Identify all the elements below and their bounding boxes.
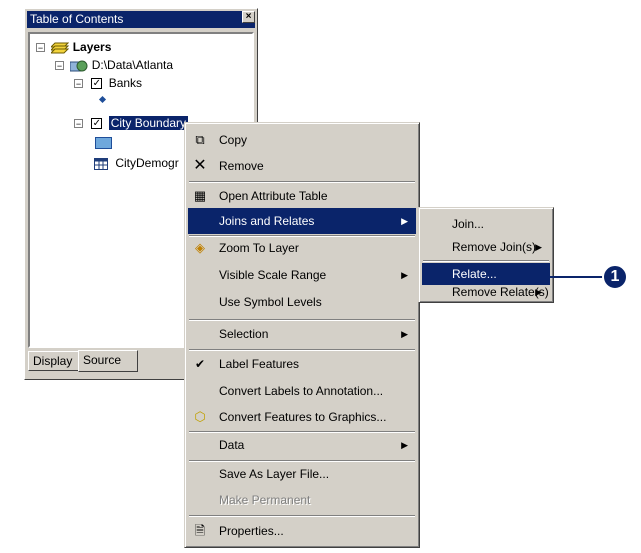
properties-icon: 🗎 [194,523,206,538]
banks-label: Banks [108,76,143,90]
tree-item-banks[interactable]: − ✓ Banks [74,74,142,92]
menu-separator [423,260,549,262]
tab-source[interactable]: Source [78,350,138,372]
menu-item-convert-labels[interactable]: Convert Labels to Annotation... [188,378,416,404]
submenu-arrow-icon: ▶ [401,440,408,450]
menu-item-properties[interactable]: 🗎 Properties... [188,518,416,544]
database-folder-icon [69,60,88,72]
menu-item-copy[interactable]: ⧉ Copy [188,127,416,153]
close-icon[interactable]: × [242,11,255,23]
submenu-item-remove-joins[interactable]: Remove Join(s) ▶ [422,234,550,260]
copy-icon: ⧉ [195,132,205,147]
menu-item-convert-features[interactable]: ⬡ Convert Features to Graphics... [188,404,416,430]
layers-icon [50,42,70,54]
table-icon: ▦ [193,188,207,203]
menu-item-zoom-to-layer[interactable]: ◈ Zoom To Layer [188,235,416,261]
menu-item-selection[interactable]: Selection ▶ [188,321,416,347]
menu-item-visible-scale-range[interactable]: Visible Scale Range ▶ [188,262,416,288]
visibility-checkbox[interactable]: ✓ [91,78,103,90]
menu-item-label-features[interactable]: ✔ Label Features [188,351,416,377]
source-path-label: D:\Data\Atlanta [91,58,174,72]
menu-item-use-symbol-levels[interactable]: Use Symbol Levels [188,289,416,315]
collapse-icon[interactable]: − [74,119,83,129]
toc-title-bar[interactable]: Table of Contents [27,11,255,28]
city-boundary-label: City Boundary [108,116,189,130]
menu-item-remove[interactable]: ✕ Remove [188,153,416,179]
toc-title: Table of Contents [30,12,124,26]
layers-label: Layers [72,40,112,54]
checkmark-icon: ✔ [194,357,206,371]
menu-item-data[interactable]: Data ▶ [188,432,416,458]
callout-badge: 1 [602,264,628,290]
menu-separator [189,515,415,517]
point-symbol-icon [98,95,107,104]
submenu-arrow-icon: ▶ [535,242,542,252]
tree-item-city-boundary[interactable]: − ✓ City Boundary [74,114,189,132]
submenu-arrow-icon: ▶ [535,287,542,297]
callout-leader-line [520,276,608,278]
submenu-arrow-icon: ▶ [401,329,408,339]
joins-relates-submenu: Join... Remove Join(s) ▶ Relate... Remov… [418,207,554,303]
menu-item-open-attribute-table[interactable]: ▦ Open Attribute Table [188,183,416,209]
menu-item-joins-and-relates[interactable]: Joins and Relates ▶ [188,208,416,234]
collapse-icon[interactable]: − [74,79,83,89]
table-icon [94,157,108,170]
zoom-to-layer-icon: ◈ [195,240,205,255]
tree-item-city-demogr[interactable]: CityDemogr [94,154,179,172]
polygon-symbol-icon [95,137,112,149]
submenu-item-remove-relates[interactable]: Remove Relate(s) ▶ [422,281,550,303]
submenu-arrow-icon: ▶ [401,216,408,226]
collapse-icon[interactable]: − [36,43,45,53]
visibility-checkbox[interactable]: ✓ [91,118,103,130]
tree-item-source[interactable]: − D:\Data\Atlanta [55,56,173,74]
remove-icon: ✕ [193,157,207,174]
menu-item-make-permanent: Make Permanent [219,493,311,507]
menu-item-save-as-layer-file[interactable]: Save As Layer File... [188,461,416,487]
convert-graphics-icon: ⬡ [194,409,206,424]
city-demogr-label: CityDemogr [115,156,179,170]
submenu-arrow-icon: ▶ [401,270,408,280]
tree-item-layers[interactable]: − Layers [36,38,111,56]
layer-context-menu: ⧉ Copy ✕ Remove ▦ Open Attribute Table J… [184,122,420,548]
collapse-icon[interactable]: − [55,61,64,71]
